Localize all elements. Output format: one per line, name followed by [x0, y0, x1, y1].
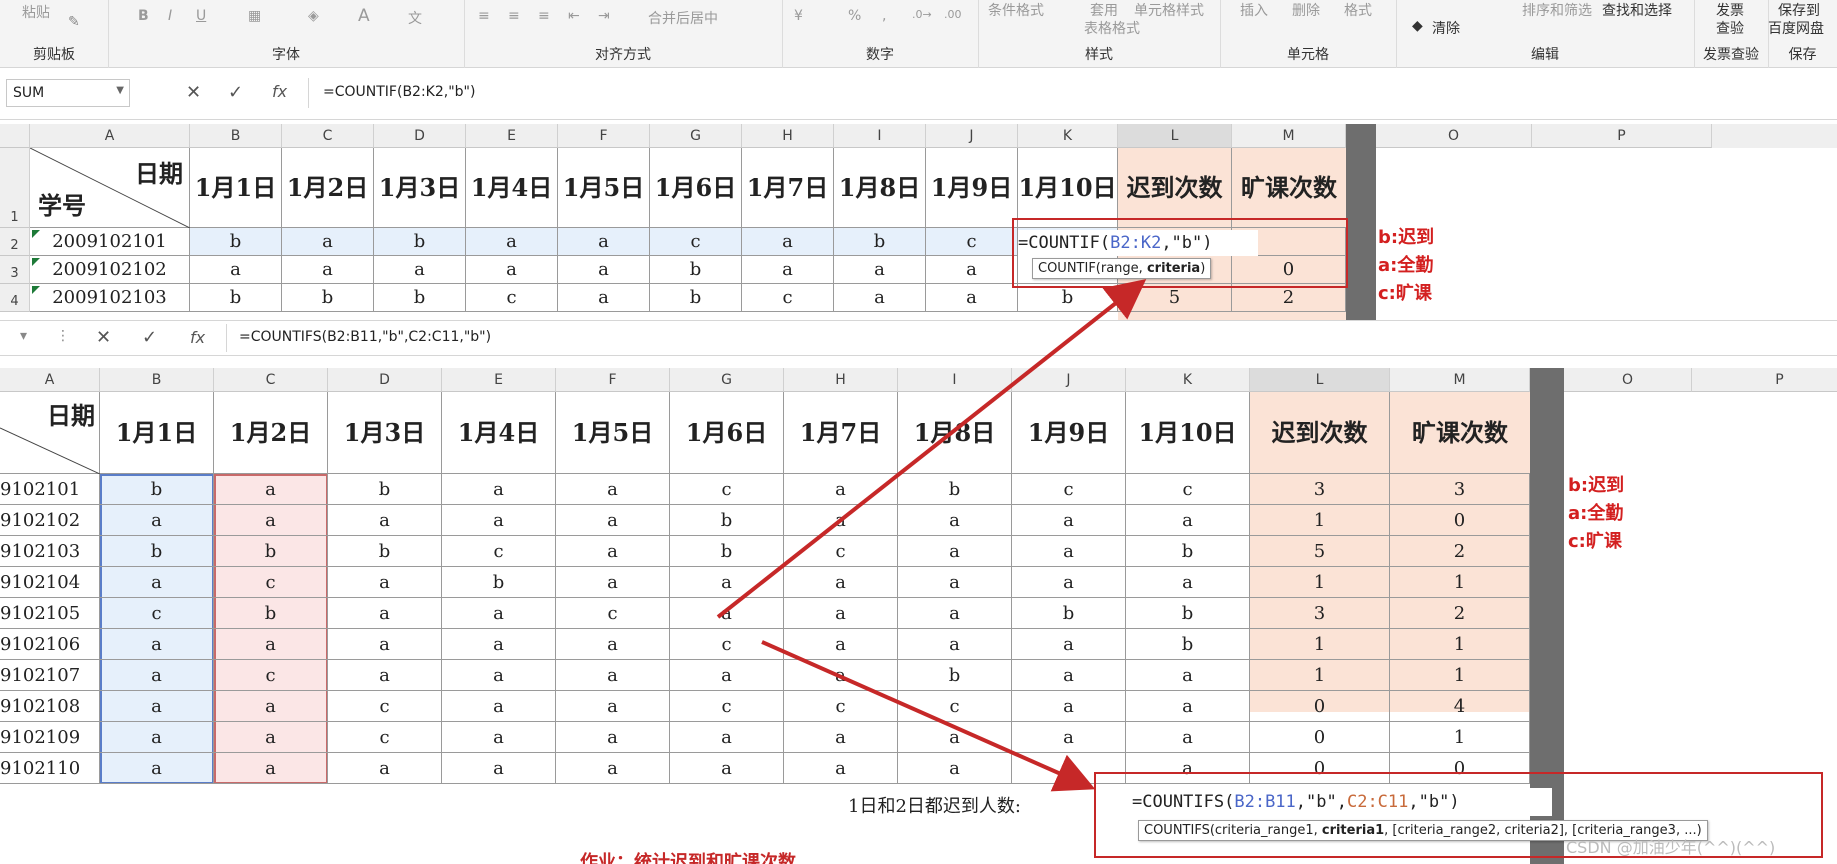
annotation-arrows — [716, 279, 1147, 792]
arrow-to-countifs — [761, 640, 1096, 792]
watermark: CSDN @加油少年(^^)(^^) — [1566, 838, 1776, 857]
arrow-to-countif — [716, 279, 1147, 619]
